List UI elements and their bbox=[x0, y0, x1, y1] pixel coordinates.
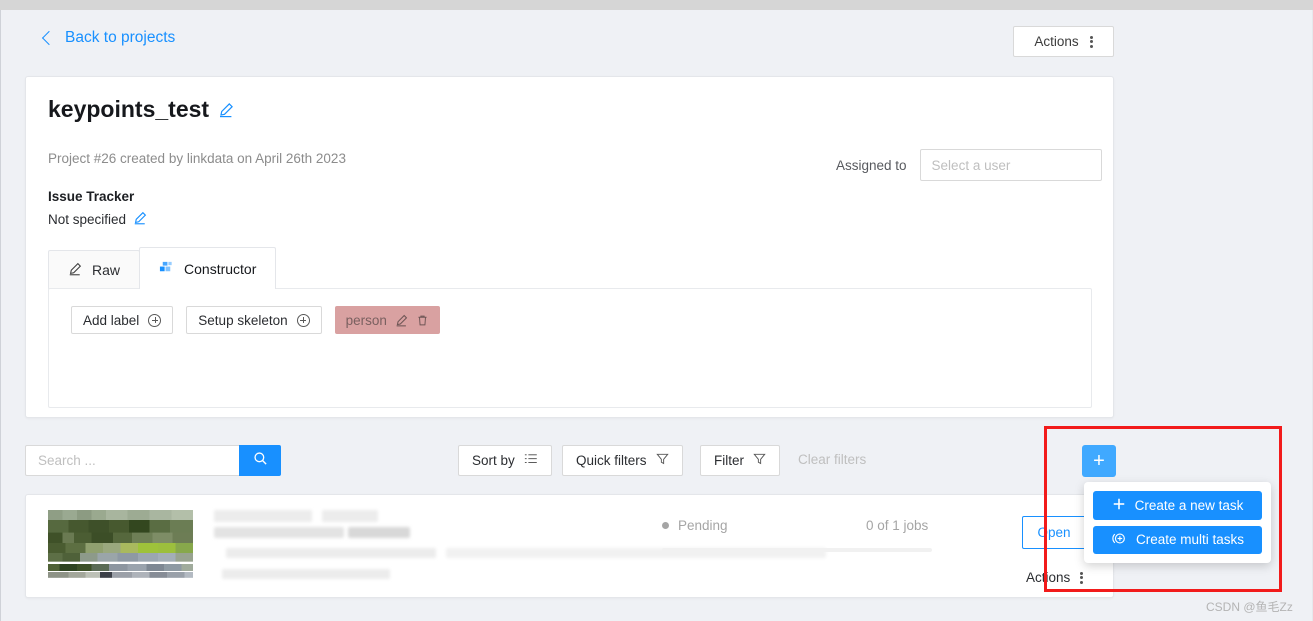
issue-tracker-value: Not specified bbox=[48, 211, 127, 227]
filter-button[interactable]: Filter bbox=[700, 445, 780, 476]
funnel-icon bbox=[655, 452, 669, 469]
label-chip-name: person bbox=[345, 312, 387, 328]
project-actions-button[interactable]: Actions bbox=[1013, 26, 1114, 57]
issue-tracker-value-row: Not specified bbox=[48, 211, 149, 227]
project-actions-label: Actions bbox=[1034, 34, 1079, 49]
edit-project-name-icon[interactable] bbox=[218, 102, 234, 118]
delete-label-icon[interactable] bbox=[416, 314, 429, 327]
kebab-menu-icon bbox=[1080, 571, 1084, 584]
tab-constructor-label: Constructor bbox=[184, 260, 257, 277]
setup-skeleton-button[interactable]: Setup skeleton bbox=[186, 306, 322, 334]
watermark: CSDN @鱼毛Zz bbox=[1206, 600, 1293, 614]
plus-circle-icon bbox=[1111, 531, 1127, 549]
assignee-select-input[interactable] bbox=[919, 149, 1102, 181]
pencil-icon bbox=[68, 262, 82, 279]
task-name-placeholder bbox=[214, 510, 312, 522]
search-input[interactable] bbox=[25, 445, 240, 476]
assignee-row: Assigned to bbox=[836, 149, 1102, 181]
viewport-left-border bbox=[0, 10, 1, 621]
filter-label: Filter bbox=[714, 453, 744, 468]
plus-circle-icon bbox=[148, 313, 162, 327]
chevron-left-icon bbox=[41, 30, 57, 46]
task-progress-bar bbox=[662, 548, 932, 552]
status-badge: Pending bbox=[662, 518, 728, 533]
edit-label-icon[interactable] bbox=[395, 314, 408, 327]
project-meta: Project #26 created by linkdata on April… bbox=[48, 151, 346, 166]
task-row[interactable] bbox=[25, 494, 1114, 598]
create-task-plus-button[interactable]: + bbox=[1082, 445, 1116, 477]
page-title: keypoints_test bbox=[48, 96, 234, 123]
open-task-label: Open bbox=[1037, 525, 1071, 540]
create-multi-tasks-label: Create multi tasks bbox=[1135, 532, 1245, 548]
labels-panel: Add label Setup skeleton person bbox=[48, 288, 1092, 408]
task-name-placeholder bbox=[348, 527, 410, 538]
project-name: keypoints_test bbox=[48, 96, 210, 122]
kebab-menu-icon bbox=[1089, 35, 1093, 48]
project-details-card: keypoints_test Project #26 created by li… bbox=[25, 76, 1114, 418]
search-button[interactable] bbox=[239, 445, 281, 476]
task-actions-label: Actions bbox=[1026, 570, 1071, 585]
clear-filters-button[interactable]: Clear filters bbox=[798, 452, 866, 467]
jobs-count: 0 of 1 jobs bbox=[866, 518, 929, 533]
add-label-text: Add label bbox=[83, 312, 140, 328]
task-meta-placeholder bbox=[222, 569, 390, 579]
sort-list-icon bbox=[524, 452, 538, 469]
task-name-placeholder bbox=[214, 527, 344, 538]
edit-issue-tracker-icon[interactable] bbox=[133, 211, 149, 227]
issue-tracker-label: Issue Tracker bbox=[48, 189, 135, 204]
sort-by-button[interactable]: Sort by bbox=[458, 445, 552, 476]
assigned-to-label: Assigned to bbox=[836, 157, 907, 173]
funnel-icon bbox=[753, 452, 766, 469]
search-icon bbox=[253, 451, 268, 471]
open-task-button[interactable]: Open bbox=[1022, 516, 1086, 549]
task-thumbnail bbox=[48, 510, 193, 583]
add-label-button[interactable]: Add label bbox=[71, 306, 174, 334]
sort-by-label: Sort by bbox=[472, 453, 515, 468]
label-chip-person[interactable]: person bbox=[334, 306, 440, 334]
status-dot-icon bbox=[662, 522, 669, 529]
labels-toolbar: Add label Setup skeleton person bbox=[71, 306, 440, 334]
create-multi-tasks-button[interactable]: Create multi tasks bbox=[1093, 525, 1262, 554]
setup-skeleton-text: Setup skeleton bbox=[198, 312, 288, 328]
labels-editor-tabs: Raw Constructor bbox=[48, 247, 277, 289]
back-to-projects-link[interactable]: Back to projects bbox=[41, 29, 176, 47]
task-name-placeholder bbox=[322, 510, 378, 522]
quick-filters-label: Quick filters bbox=[576, 453, 647, 468]
blocks-icon bbox=[159, 260, 174, 278]
status-label: Pending bbox=[678, 518, 728, 533]
tab-raw[interactable]: Raw bbox=[48, 250, 141, 289]
quick-filters-button[interactable]: Quick filters bbox=[562, 445, 683, 476]
tab-raw-label: Raw bbox=[92, 262, 121, 278]
create-new-task-label: Create a new task bbox=[1134, 497, 1244, 513]
task-meta-placeholder bbox=[226, 548, 436, 558]
plus-circle-icon bbox=[296, 313, 310, 327]
back-to-projects-label: Back to projects bbox=[65, 29, 176, 46]
plus-icon: + bbox=[1093, 450, 1105, 472]
task-actions-button[interactable]: Actions bbox=[1026, 570, 1084, 585]
create-task-dropdown: Create a new task Create multi tasks bbox=[1084, 482, 1271, 563]
tab-constructor[interactable]: Constructor bbox=[139, 247, 277, 289]
window-top-strip bbox=[0, 0, 1313, 10]
plus-icon bbox=[1112, 497, 1126, 514]
create-new-task-button[interactable]: Create a new task bbox=[1093, 491, 1262, 520]
